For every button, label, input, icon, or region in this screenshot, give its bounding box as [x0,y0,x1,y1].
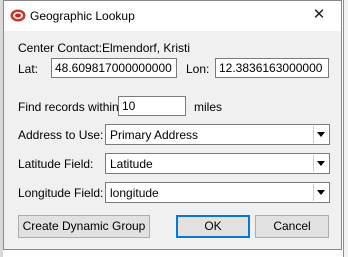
create-dynamic-group-button[interactable]: Create Dynamic Group [18,215,150,238]
dialog-title: Geographic Lookup [30,9,135,23]
app-logo-icon [10,9,26,22]
address-select[interactable]: Primary Address [105,124,330,145]
chevron-down-icon [317,161,325,166]
lon-input[interactable] [215,58,329,78]
title-bar: Geographic Lookup ✕ [4,1,341,31]
chevron-down-icon [317,132,325,137]
lat-input[interactable] [51,58,177,78]
close-icon: ✕ [312,6,326,23]
radius-unit-label: miles [194,100,223,114]
latitude-field-selected-value: Latitude [110,157,153,171]
latitude-field-select[interactable]: Latitude [105,153,330,174]
center-contact-name: Elmendorf, Kristi [102,41,191,55]
latitude-field-label: Latitude Field: [18,157,94,171]
background-window-edge-right [343,0,348,257]
radius-input[interactable] [118,96,186,116]
center-contact-label: Center Contact: [18,41,103,55]
close-button[interactable]: ✕ [297,1,341,30]
lon-label: Lon: [186,62,210,76]
longitude-field-selected-value: longitude [110,186,159,200]
address-dropdown-button[interactable] [313,126,328,143]
lat-label: Lat: [18,62,39,76]
longitude-field-select[interactable]: longitude [105,182,330,203]
longitude-field-label: Longitude Field: [18,186,104,200]
geographic-lookup-dialog: Geographic Lookup ✕ Center Contact: Elme… [3,0,342,250]
ok-button[interactable]: OK [176,215,250,238]
address-selected-value: Primary Address [110,128,199,142]
radius-label: Find records within [18,100,119,114]
chevron-down-icon [317,190,325,195]
cancel-button[interactable]: Cancel [255,215,329,238]
longitude-field-dropdown-button[interactable] [313,184,328,201]
latitude-field-dropdown-button[interactable] [313,155,328,172]
address-label: Address to Use: [18,128,104,142]
